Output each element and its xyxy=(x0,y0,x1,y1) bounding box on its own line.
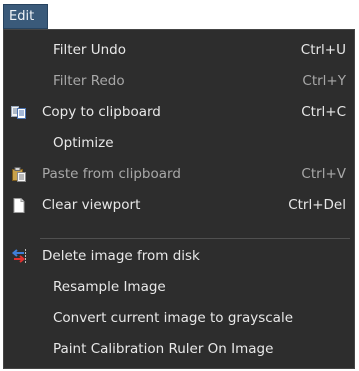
document-icon xyxy=(11,198,27,213)
menu-item-resample-image[interactable]: Resample Image xyxy=(4,272,354,303)
menu-item-label: Delete image from disk xyxy=(42,248,200,264)
edit-menu[interactable]: Edit xyxy=(3,4,48,29)
menu-item-shortcut: Ctrl+V xyxy=(301,166,346,182)
menu-item-paste-from-clipboard[interactable]: Paste from clipboard Ctrl+V xyxy=(4,159,354,190)
menu-separator xyxy=(40,238,350,239)
menu-item-delete-image-from-disk[interactable]: Delete image from disk xyxy=(4,241,354,272)
menu-item-shortcut: Ctrl+C xyxy=(301,104,346,120)
paste-icon xyxy=(11,167,27,182)
copy-icon xyxy=(11,105,27,120)
menu-item-label: Clear viewport xyxy=(42,197,141,213)
menu-item-copy-to-clipboard[interactable]: Copy to clipboard Ctrl+C xyxy=(4,97,354,128)
menu-item-shortcut: Ctrl+Del xyxy=(288,197,346,213)
menu-item-label: Optimize xyxy=(53,135,114,151)
menu-item-shortcut: Ctrl+U xyxy=(300,42,346,58)
menu-item-label: Filter Redo xyxy=(53,73,125,89)
menu-item-paint-calibration-ruler[interactable]: Paint Calibration Ruler On Image xyxy=(4,334,354,365)
menu-item-label: Resample Image xyxy=(53,279,166,295)
edit-dropdown-menu: Filter Undo Ctrl+U Filter Redo Ctrl+Y Co… xyxy=(3,29,355,369)
menu-item-filter-redo[interactable]: Filter Redo Ctrl+Y xyxy=(4,66,354,97)
menu-item-label: Copy to clipboard xyxy=(42,104,161,120)
menu-item-convert-to-grayscale[interactable]: Convert current image to grayscale xyxy=(4,303,354,334)
delete-arrows-icon xyxy=(11,249,27,264)
menu-item-optimize[interactable]: Optimize xyxy=(4,128,354,159)
menu-item-shortcut: Ctrl+Y xyxy=(302,73,346,89)
menu-item-filter-undo[interactable]: Filter Undo Ctrl+U xyxy=(4,35,354,66)
menu-item-label: Convert current image to grayscale xyxy=(53,310,294,326)
menu-item-clear-viewport[interactable]: Clear viewport Ctrl+Del xyxy=(4,190,354,221)
menu-bar: Edit xyxy=(0,0,359,30)
menu-item-label: Filter Undo xyxy=(53,42,126,58)
menu-item-label: Paste from clipboard xyxy=(42,166,181,182)
menu-item-label: Paint Calibration Ruler On Image xyxy=(53,341,274,357)
